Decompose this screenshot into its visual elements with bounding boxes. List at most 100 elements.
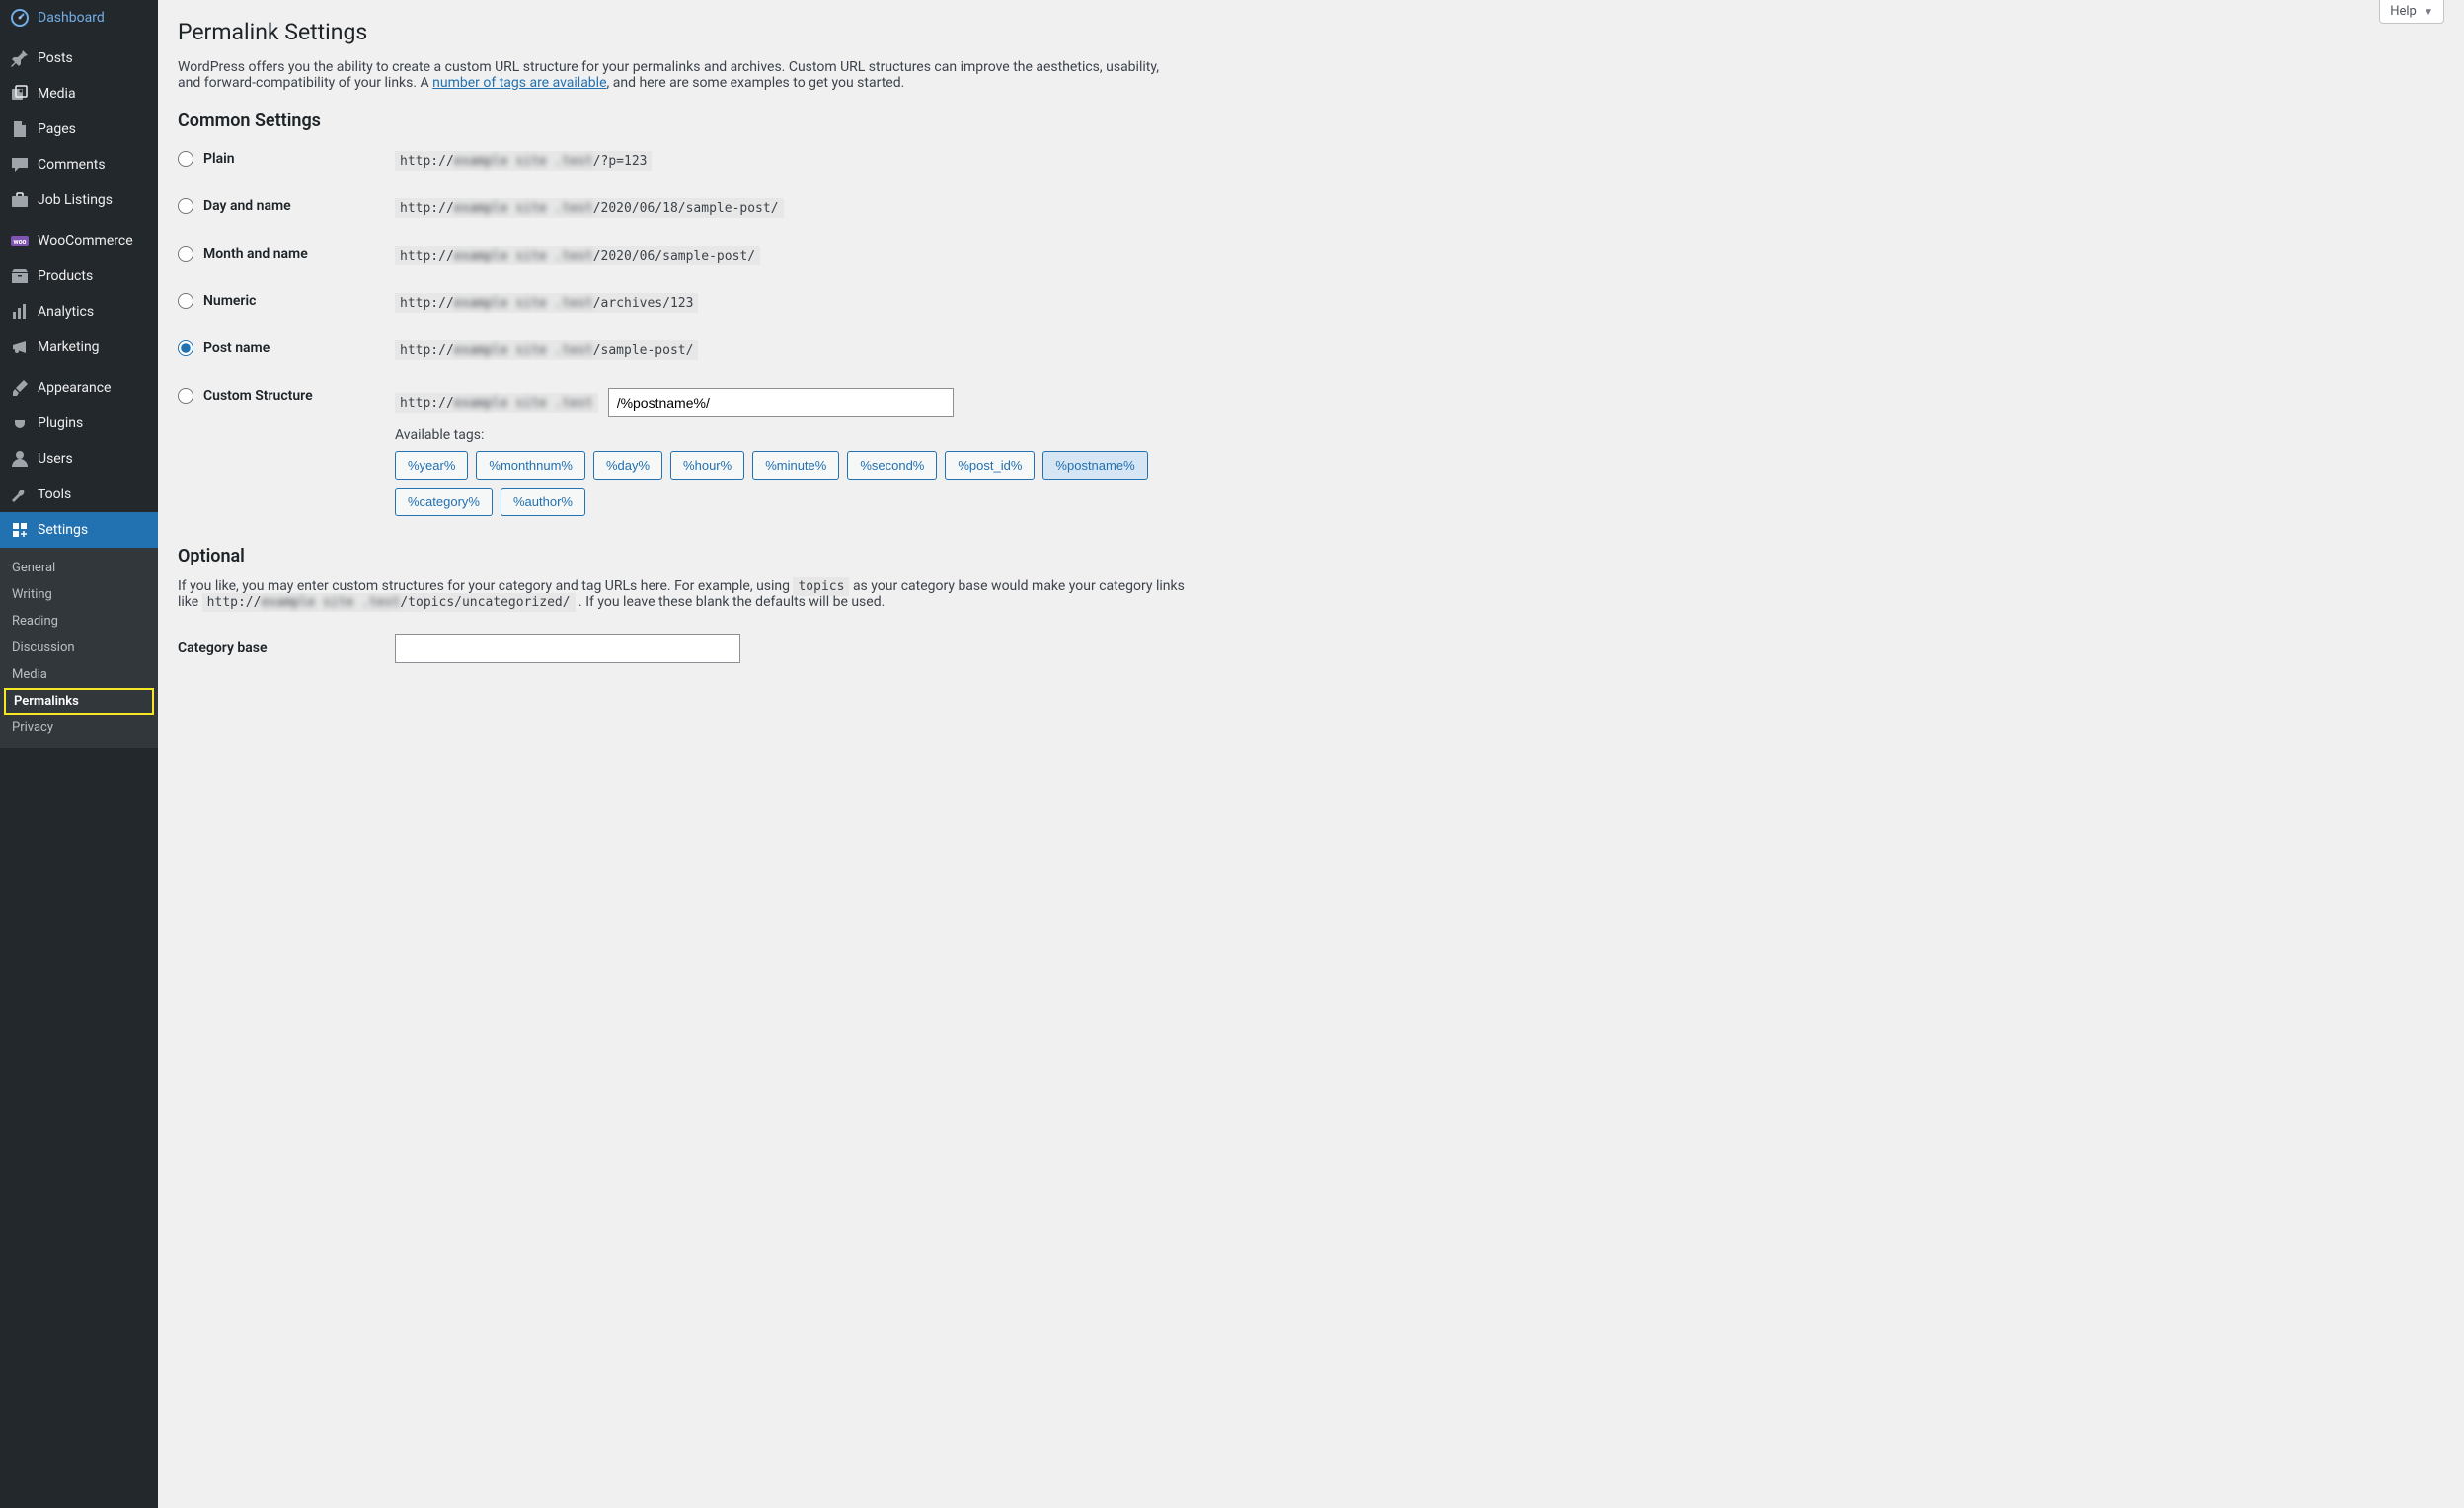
- sidebar-item-label: Users: [38, 451, 73, 467]
- permalink-option-custom: Custom Structure http://example site .tes…: [178, 388, 2444, 516]
- optional-paragraph: If you like, you may enter custom struct…: [178, 578, 1204, 610]
- optional-heading: Optional: [178, 546, 2444, 566]
- tag-postname[interactable]: %postname%: [1042, 451, 1147, 480]
- permalink-label-custom: Custom Structure: [203, 388, 313, 404]
- megaphone-icon: [10, 338, 30, 357]
- permalink-label-plain: Plain: [203, 151, 235, 167]
- chevron-down-icon: ▼: [2424, 7, 2433, 18]
- permalink-option-plain: Plain http://example site .test/?p=123: [178, 151, 2444, 171]
- submenu-item-discussion[interactable]: Discussion: [0, 635, 158, 661]
- help-tab[interactable]: Help ▼: [2379, 0, 2444, 24]
- sidebar-item-appearance[interactable]: Appearance: [0, 370, 158, 406]
- comment-icon: [10, 155, 30, 175]
- sidebar-item-label: Comments: [38, 157, 106, 173]
- available-tags-label: Available tags:: [395, 427, 2444, 443]
- tag-year[interactable]: %year%: [395, 451, 468, 480]
- woo-icon: woo: [10, 231, 30, 251]
- tag-author[interactable]: %author%: [500, 488, 585, 516]
- plug-icon: [10, 414, 30, 433]
- sidebar-item-pages[interactable]: Pages: [0, 112, 158, 147]
- sidebar-item-label: Dashboard: [38, 10, 105, 26]
- category-base-input[interactable]: [395, 634, 740, 663]
- submenu-item-reading[interactable]: Reading: [0, 608, 158, 635]
- permalink-label-monthname: Month and name: [203, 246, 308, 262]
- permalink-radio-postname[interactable]: [178, 340, 193, 356]
- example-url-code: http://example site .test/topics/uncateg…: [202, 593, 576, 612]
- custom-structure-prefix: http://example site .test: [395, 393, 598, 413]
- permalink-example-plain: http://example site .test/?p=123: [395, 151, 652, 171]
- wrench-icon: [10, 485, 30, 504]
- sidebar-item-plugins[interactable]: Plugins: [0, 406, 158, 441]
- sidebar-item-users[interactable]: Users: [0, 441, 158, 477]
- common-settings-heading: Common Settings: [178, 111, 2444, 131]
- permalink-radio-dayname[interactable]: [178, 198, 193, 214]
- submenu-item-privacy[interactable]: Privacy: [0, 715, 158, 741]
- sidebar-item-label: Pages: [38, 121, 76, 137]
- intro-paragraph: WordPress offers you the ability to crea…: [178, 59, 1185, 91]
- sidebar-item-label: Settings: [38, 522, 88, 538]
- tag-monthnum[interactable]: %monthnum%: [476, 451, 585, 480]
- permalink-option-postname: Post name http://example site .test/sampl…: [178, 340, 2444, 360]
- sidebar-item-label: WooCommerce: [38, 233, 133, 249]
- tag-hour[interactable]: %hour%: [670, 451, 744, 480]
- sidebar-item-products[interactable]: Products: [0, 259, 158, 294]
- help-label: Help: [2390, 4, 2417, 19]
- permalink-example-postname: http://example site .test/sample-post/: [395, 340, 698, 360]
- media-icon: [10, 84, 30, 104]
- briefcase-icon: [10, 190, 30, 210]
- pin-icon: [10, 48, 30, 68]
- admin-sidebar: Dashboard Posts Media Pages Comments Job List…: [0, 0, 158, 1508]
- permalink-radio-monthname[interactable]: [178, 246, 193, 262]
- sidebar-item-analytics[interactable]: Analytics: [0, 294, 158, 330]
- sidebar-item-woocommerce[interactable]: woo WooCommerce: [0, 223, 158, 259]
- permalink-option-dayname: Day and name http://example site .test/20…: [178, 198, 2444, 218]
- permalink-option-monthname: Month and namehttp://example site .test/…: [178, 246, 2444, 265]
- permalink-radio-custom[interactable]: [178, 388, 193, 404]
- brush-icon: [10, 378, 30, 398]
- settings-submenu: GeneralWritingReadingDiscussionMediaPerm…: [0, 548, 158, 748]
- dashboard-icon: [10, 8, 30, 28]
- category-base-label: Category base: [178, 641, 395, 656]
- permalink-label-numeric: Numeric: [203, 293, 256, 309]
- tag-day[interactable]: %day%: [593, 451, 662, 480]
- sidebar-item-job-listings[interactable]: Job Listings: [0, 183, 158, 218]
- sidebar-item-comments[interactable]: Comments: [0, 147, 158, 183]
- archive-icon: [10, 266, 30, 286]
- sidebar-item-label: Job Listings: [38, 192, 113, 208]
- sidebar-item-tools[interactable]: Tools: [0, 477, 158, 512]
- main-content: Help ▼ Permalink Settings WordPress offe…: [158, 0, 2464, 1508]
- permalink-radio-numeric[interactable]: [178, 293, 193, 309]
- sidebar-item-dashboard[interactable]: Dashboard: [0, 0, 158, 36]
- sidebar-item-label: Marketing: [38, 339, 100, 355]
- tags-docs-link[interactable]: number of tags are available: [432, 75, 606, 91]
- submenu-item-media[interactable]: Media: [0, 661, 158, 688]
- custom-structure-input[interactable]: [608, 388, 954, 417]
- sidebar-item-label: Appearance: [38, 380, 111, 396]
- page-icon: [10, 119, 30, 139]
- sidebar-item-label: Posts: [38, 50, 73, 66]
- sidebar-item-label: Plugins: [38, 415, 83, 431]
- sidebar-item-label: Tools: [38, 487, 71, 502]
- sidebar-item-media[interactable]: Media: [0, 76, 158, 112]
- permalink-label-postname: Post name: [203, 340, 270, 356]
- submenu-item-writing[interactable]: Writing: [0, 581, 158, 608]
- tag-second[interactable]: %second%: [847, 451, 937, 480]
- tag-post_id[interactable]: %post_id%: [945, 451, 1035, 480]
- available-tags: %year% %monthnum% %day% %hour% %minute% %seco…: [395, 451, 1185, 516]
- sidebar-item-label: Analytics: [38, 304, 94, 320]
- sidebar-item-marketing[interactable]: Marketing: [0, 330, 158, 365]
- permalink-example-dayname: http://example site .test/2020/06/18/sam…: [395, 198, 784, 218]
- page-title: Permalink Settings: [178, 10, 2444, 49]
- tag-minute[interactable]: %minute%: [752, 451, 839, 480]
- sidebar-item-label: Media: [38, 86, 76, 102]
- permalink-label-dayname: Day and name: [203, 198, 291, 214]
- sidebar-item-label: Products: [38, 268, 93, 284]
- permalink-radio-plain[interactable]: [178, 151, 193, 167]
- sidebar-item-settings[interactable]: Settings: [0, 512, 158, 548]
- submenu-item-general[interactable]: General: [0, 555, 158, 581]
- sidebar-item-posts[interactable]: Posts: [0, 40, 158, 76]
- submenu-item-permalinks[interactable]: Permalinks: [4, 688, 154, 715]
- permalink-example-numeric: http://example site .test/archives/123: [395, 293, 698, 313]
- tag-category[interactable]: %category%: [395, 488, 493, 516]
- chart-icon: [10, 302, 30, 322]
